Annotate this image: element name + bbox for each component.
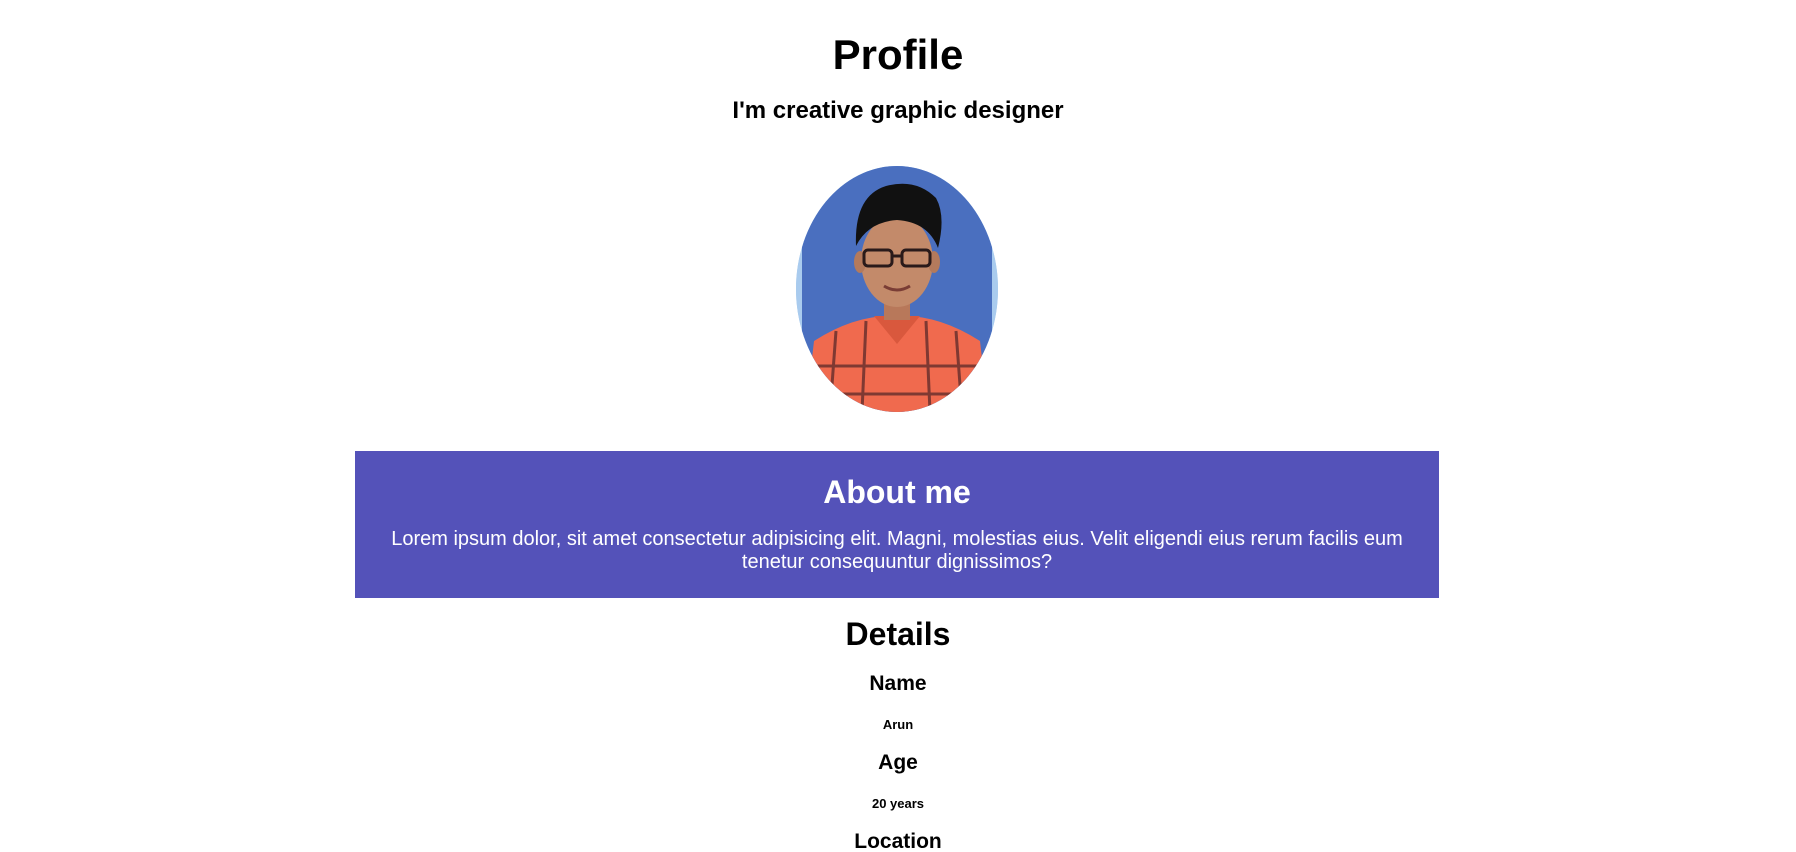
- about-text: Lorem ipsum dolor, sit amet consectetur …: [391, 528, 1403, 573]
- details-heading: Details: [845, 616, 951, 652]
- about-section: About me Lorem ipsum dolor, sit amet con…: [355, 451, 1439, 598]
- detail-value-name: Arun: [882, 717, 914, 732]
- tagline: I'm creative graphic designer: [732, 97, 1064, 124]
- profile-photo-icon: [796, 166, 998, 412]
- about-heading: About me: [823, 474, 971, 510]
- detail-label-location: Location: [854, 830, 942, 852]
- detail-label-name: Name: [869, 672, 927, 695]
- profile-page: Profile I'm creative graphic designer Ab…: [0, 0, 1796, 852]
- avatar: [796, 166, 998, 412]
- detail-label-age: Age: [878, 751, 918, 774]
- detail-value-age: 20 years: [871, 796, 925, 811]
- page-title: Profile: [832, 31, 964, 78]
